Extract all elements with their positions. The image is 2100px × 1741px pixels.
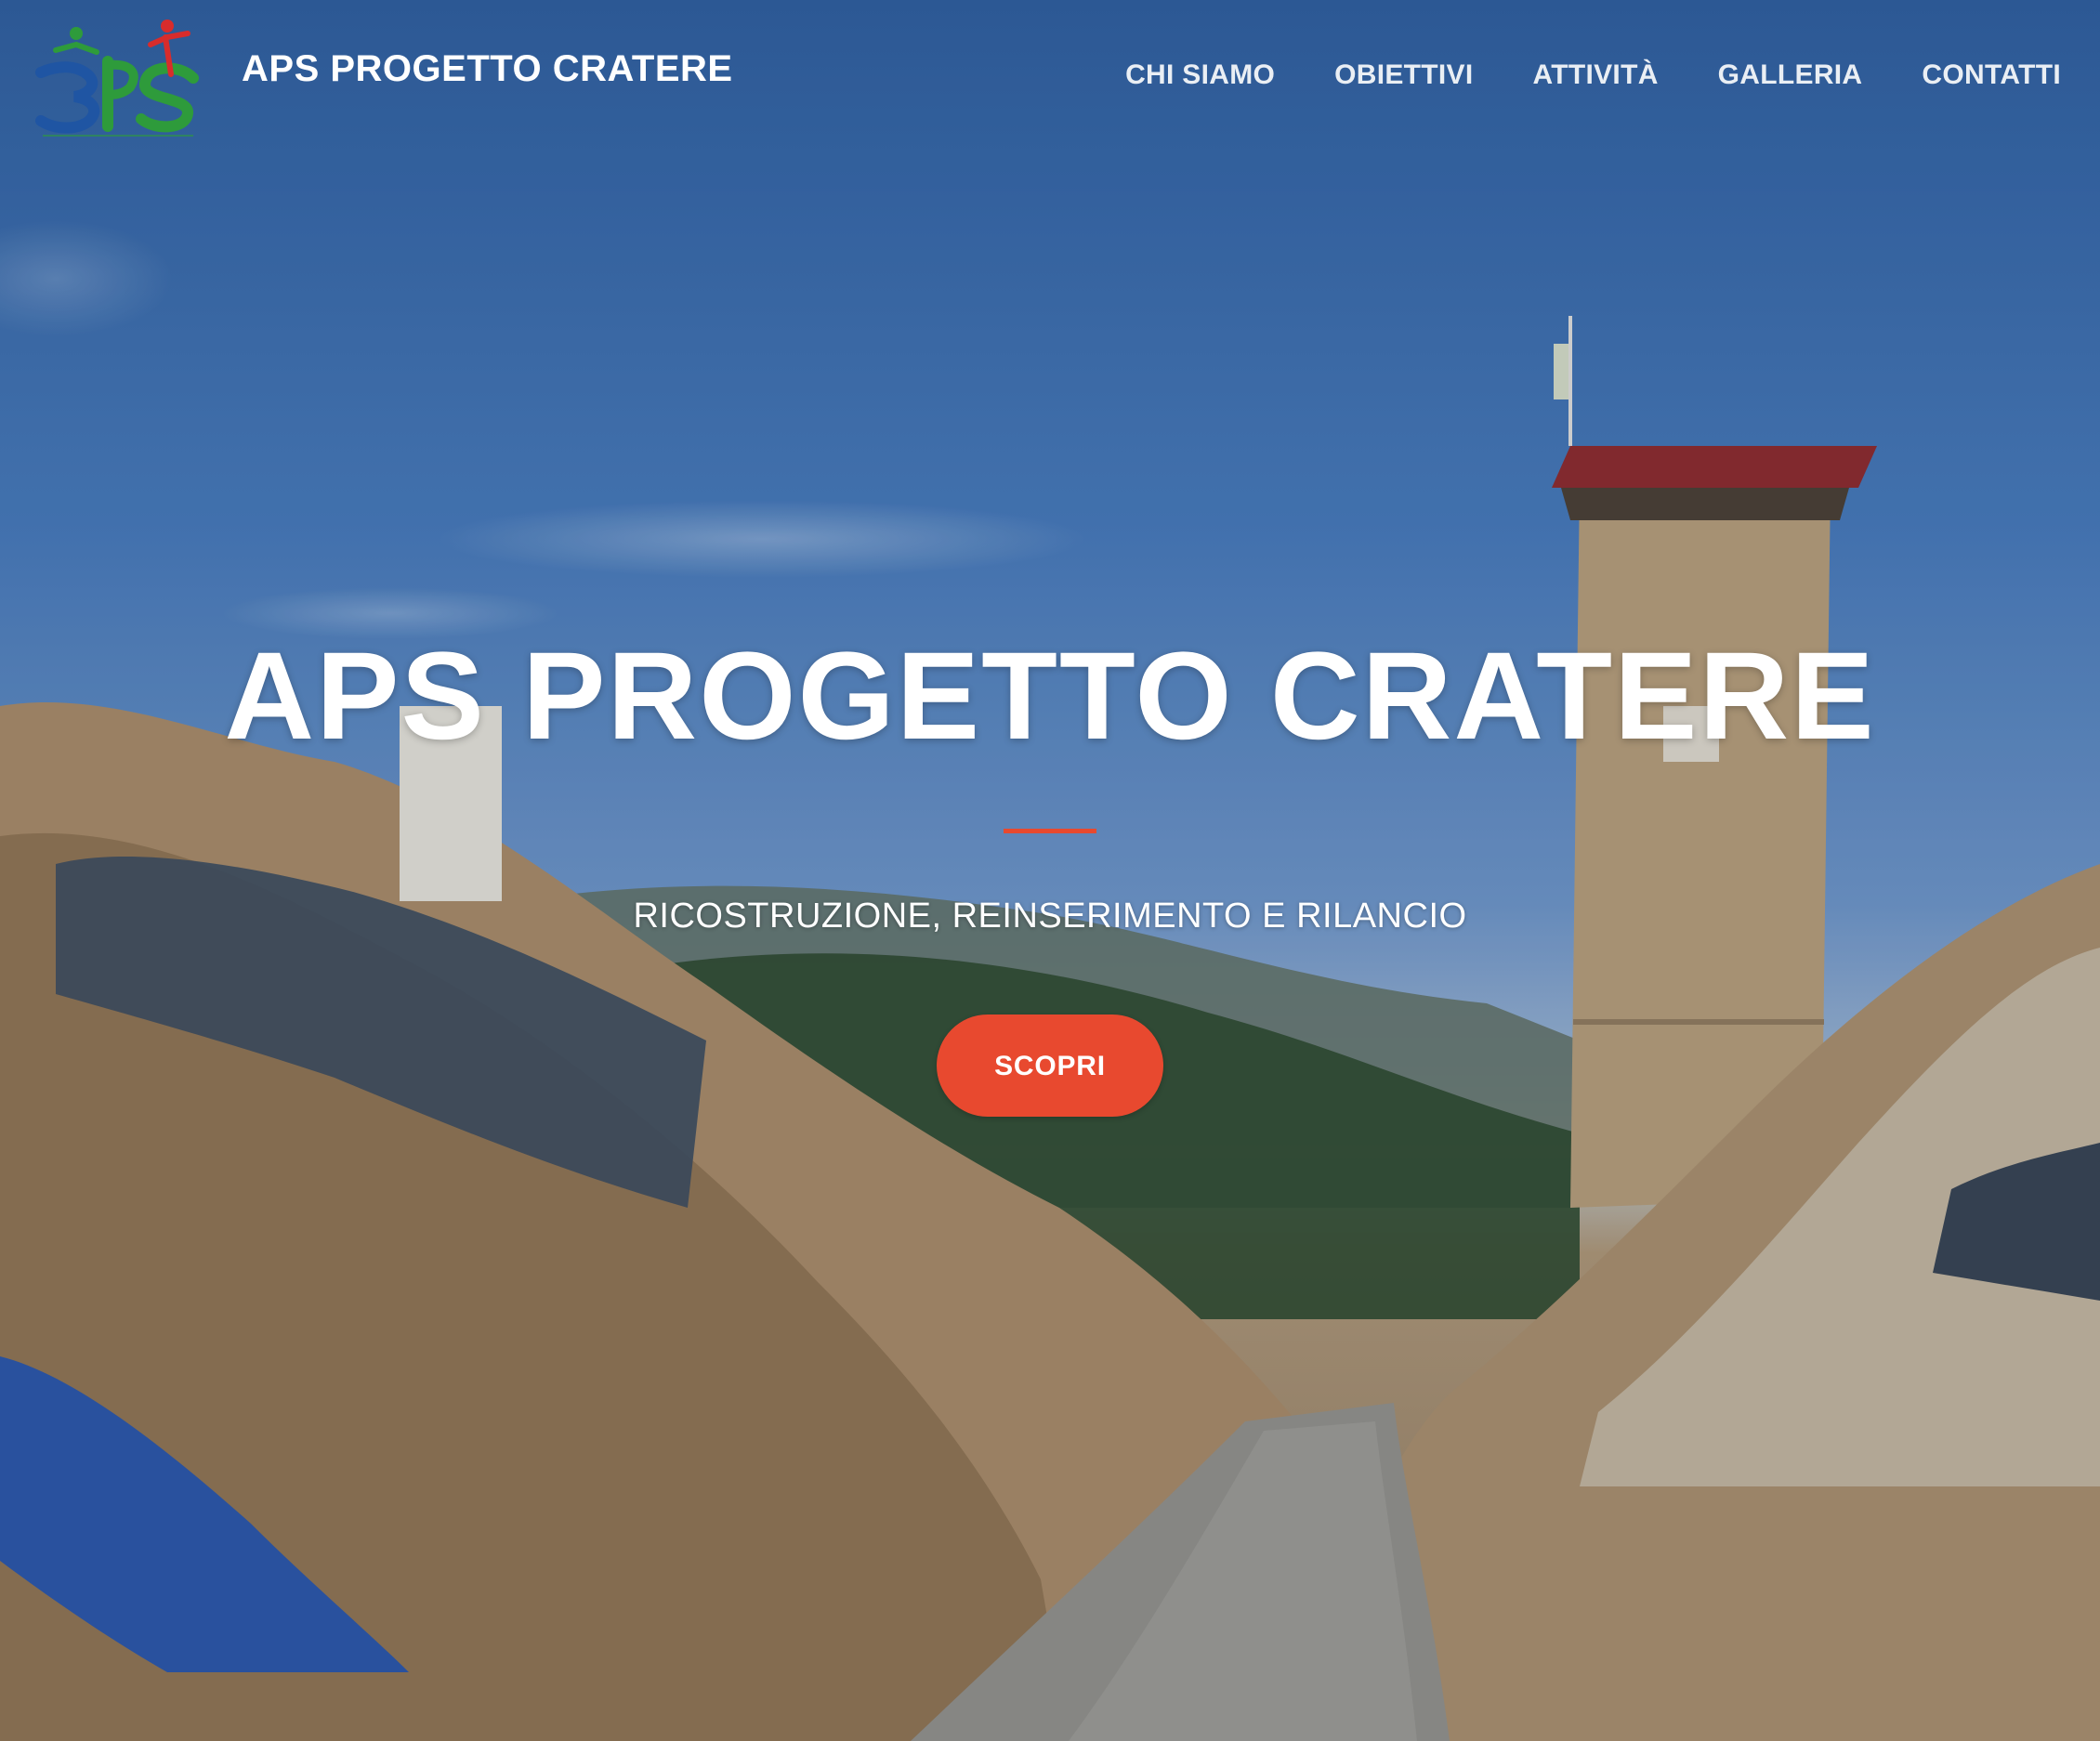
brand-name[interactable]: APS PROGETTO CRATERE [242, 48, 733, 90]
brand[interactable]: APS PROGETTO CRATERE [30, 17, 733, 139]
logo-graphic [35, 20, 199, 137]
nav-link-contatti[interactable]: CONTATTI [1922, 59, 2061, 91]
nav-link-chi-siamo[interactable]: CHI SIAMO [1125, 59, 1275, 91]
nav-link-obiettivi[interactable]: OBIETTIVI [1334, 59, 1473, 91]
page: APS PROGETTO CRATERE CHI SIAMO OBIETTIVI… [0, 0, 2100, 1741]
main-nav: CHI SIAMO OBIETTIVI ATTIVITÀ GALLERIA CO… [1125, 59, 2061, 91]
nav-link-attivita[interactable]: ATTIVITÀ [1533, 59, 1659, 91]
progetto-cratere-logo-icon[interactable] [30, 17, 206, 139]
hero-content: APS PROGETTO CRATERE RICOSTRUZIONE, REIN… [0, 622, 2100, 1117]
hero-subtitle: RICOSTRUZIONE, REINSERIMENTO E RILANCIO [633, 897, 1467, 936]
hero-title: APS PROGETTO CRATERE [224, 627, 1876, 766]
nav-link-galleria[interactable]: GALLERIA [1718, 59, 1863, 91]
navbar: APS PROGETTO CRATERE CHI SIAMO OBIETTIVI… [0, 0, 2100, 158]
scopri-button[interactable]: SCOPRI [937, 1014, 1163, 1117]
hero-divider [1004, 829, 1096, 833]
